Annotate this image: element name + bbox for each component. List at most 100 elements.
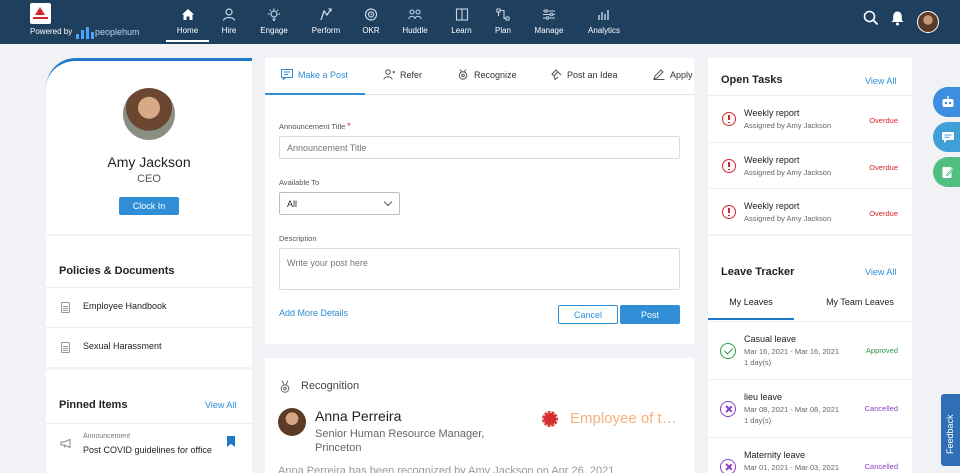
add-more-details-link[interactable]: Add More Details [279,308,348,318]
leave-status: Cancelled [864,462,898,471]
task-title: Weekly report [744,108,800,118]
analytics-icon [598,10,609,20]
nav-hire[interactable]: Hire [215,0,243,42]
policy-item-label: Employee Handbook [83,301,167,311]
engage-icon [268,8,280,21]
tab-my-leaves-label: My Leaves [729,297,773,307]
nav-home-label: Home [176,26,199,35]
leave-days: 1 day(s) [744,416,772,425]
nav-perform[interactable]: Perform [306,0,346,42]
profile-card: Amy Jackson CEO Clock In [46,58,252,234]
nav-huddle[interactable]: Huddle [400,0,430,42]
tasks-view-all-link[interactable]: View All [865,76,896,86]
home-icon [181,9,194,20]
tab-my-team-leaves-label: My Team Leaves [826,297,894,307]
policies-card: Policies & Documents Employee Handbook S… [46,236,252,367]
search-icon[interactable] [863,10,879,26]
tab-make-a-post[interactable]: Make a Post [265,58,365,95]
tab-post-an-idea[interactable]: Post an Idea [549,58,629,95]
nav-plan[interactable]: Plan [492,0,514,42]
policy-item[interactable]: Sexual Harassment [46,327,252,367]
leave-days: 1 day(s) [744,358,772,367]
nav-learn-label: Learn [451,26,472,35]
tab-my-leaves[interactable]: My Leaves [708,286,794,320]
idea-icon [551,69,562,80]
nav-plan-label: Plan [494,26,511,35]
leave-item[interactable]: lieu leave Mar 08, 2021 - Mar 08, 2021 1… [708,379,912,437]
leave-tracker-title: Leave Tracker [721,266,795,278]
available-to-value: All [287,199,298,209]
pinned-item-title[interactable]: Post COVID guidelines for office [83,445,212,455]
leave-item[interactable]: Casual leave Mar 16, 2021 - Mar 16, 2021… [708,321,912,379]
notes-button[interactable] [933,157,960,187]
award-title: Employee of the Month [570,410,678,427]
bot-icon [942,96,954,107]
leave-view-all-link[interactable]: View All [865,267,896,277]
recognition-body: Anna Perreira has been recognized by Amy… [278,465,615,473]
open-tasks-card: Open Tasks View All Weekly report Assign… [708,58,912,234]
feedback-label: Feedback [945,414,955,454]
available-to-select[interactable]: All [279,192,400,215]
announcement-title-input[interactable] [279,136,680,159]
policy-item[interactable]: Employee Handbook [46,287,252,327]
clock-in-button[interactable]: Clock In [119,197,179,215]
notification-bell-icon[interactable] [890,10,905,26]
tab-refer[interactable]: Refer [377,58,437,95]
tab-apply[interactable]: Apply [651,58,694,95]
bookmark-icon[interactable] [227,436,235,447]
tab-recognize[interactable]: Recognize [452,58,532,95]
leave-item[interactable]: Maternity leave Mar 01, 2021 - Mar 03, 2… [708,437,912,473]
manage-icon [543,9,555,20]
bot-button[interactable] [933,87,960,117]
nav-analytics[interactable]: Analytics [586,0,622,42]
recognition-heading: Recognition [301,380,360,392]
nav-okr[interactable]: OKR [360,0,382,42]
award-badge-icon [542,411,558,427]
description-textarea[interactable]: Write your post here [279,248,680,290]
user-avatar[interactable] [917,11,939,33]
nav-manage[interactable]: Manage [532,0,566,42]
task-item[interactable]: Weekly report Assigned by Amy Jackson Ov… [708,142,912,188]
post-button[interactable]: Post [620,305,680,324]
recognize-icon [458,69,468,80]
cancel-circle-icon [720,459,736,473]
leave-dates: Mar 01, 2021 - Mar 03, 2021 [744,463,840,472]
nav-learn[interactable]: Learn [449,0,474,42]
tab-recognize-label: Recognize [474,70,517,80]
announcement-title-label: Announcement Title * [279,121,351,131]
task-item[interactable]: Weekly report Assigned by Amy Jackson Ov… [708,188,912,234]
pinned-title: Pinned Items [59,399,128,411]
company-logo[interactable] [30,3,51,24]
feedback-tab[interactable]: Feedback [941,394,960,466]
pinned-items-card: Pinned Items View All Announcement Post … [46,370,252,473]
nav-engage[interactable]: Engage [256,0,292,42]
chat-button[interactable] [933,122,960,152]
leave-type: Maternity leave [744,450,806,460]
edit-note-icon [942,167,955,178]
pinned-view-all-link[interactable]: View All [205,400,236,410]
cancel-circle-icon [720,401,736,417]
recognized-user-name[interactable]: Anna Perreira [315,408,401,424]
task-status: Overdue [869,163,898,172]
leave-dates: Mar 08, 2021 - Mar 08, 2021 [744,405,840,414]
nav-home[interactable]: Home [166,0,209,42]
profile-avatar [123,88,175,140]
task-item[interactable]: Weekly report Assigned by Amy Jackson Ov… [708,95,912,141]
leave-type: Casual leave [744,334,797,344]
check-circle-icon [720,343,736,359]
cancel-button[interactable]: Cancel [558,305,618,324]
apply-pen-icon [653,69,665,80]
huddle-icon [408,9,422,20]
peoplehum-logo-icon [76,25,94,39]
peoplehum-brand-name: peoplehum [95,27,140,37]
recognized-user-role: Senior Human Resource Manager, Princeton [315,428,485,454]
profile-role: CEO [137,173,161,185]
policies-title: Policies & Documents [59,265,175,277]
recognized-user-avatar[interactable] [278,408,306,436]
leave-type: lieu leave [744,392,783,402]
perform-icon [320,8,332,21]
tab-my-team-leaves[interactable]: My Team Leaves [808,286,912,320]
plan-icon [496,8,510,21]
task-status: Overdue [869,116,898,125]
task-title: Weekly report [744,201,800,211]
